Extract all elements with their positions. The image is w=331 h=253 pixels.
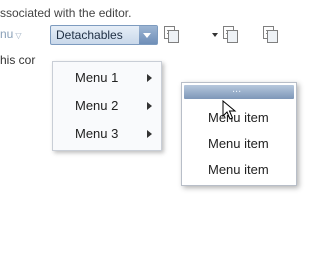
mouse-cursor-icon bbox=[222, 100, 237, 120]
handle-dots: ... bbox=[232, 83, 242, 95]
menu-item-label: Menu item bbox=[208, 162, 269, 177]
content-text: his cor bbox=[0, 53, 36, 67]
dropdown-caret-icon[interactable] bbox=[212, 33, 218, 37]
popup-menu-item[interactable]: Menu item bbox=[182, 133, 296, 155]
description-text: ssociated with the editor. bbox=[0, 6, 132, 20]
menu-item-menu-3[interactable]: Menu 3 bbox=[53, 122, 161, 146]
menu-item-menu-1[interactable]: Menu 1 bbox=[53, 66, 161, 90]
detachables-label: Detachables bbox=[56, 28, 123, 42]
menu-item-label: Menu 3 bbox=[75, 126, 119, 141]
chevron-right-icon bbox=[147, 130, 152, 138]
detached-menu-popup: ... Menu item Menu item Menu item bbox=[181, 82, 297, 186]
menu-item-menu-2[interactable]: Menu 2 bbox=[53, 94, 161, 118]
menu-partial-label: nu bbox=[0, 27, 14, 41]
popup-menu-item[interactable]: Menu item bbox=[182, 107, 296, 129]
menu-item-label: Menu 1 bbox=[75, 70, 119, 85]
chevron-down-icon: ▽ bbox=[15, 31, 22, 40]
copy-icon[interactable] bbox=[262, 25, 280, 43]
menu-partial[interactable]: nu ▽ bbox=[0, 27, 22, 41]
detachables-dropdown: Menu 1 Menu 2 Menu 3 bbox=[52, 61, 162, 151]
menu-item-label: Menu item bbox=[208, 110, 269, 125]
chevron-right-icon bbox=[147, 102, 152, 110]
detachables-menu-button[interactable]: Detachables bbox=[50, 25, 158, 45]
popup-menu-item[interactable]: Menu item bbox=[182, 159, 296, 181]
copy-icon[interactable] bbox=[163, 25, 181, 43]
menu-bar: nu ▽ Detachables bbox=[0, 25, 331, 47]
chevron-down-icon bbox=[143, 33, 151, 38]
detach-handle[interactable]: ... bbox=[184, 83, 294, 99]
copy-icon[interactable] bbox=[222, 25, 240, 43]
menu-item-label: Menu 2 bbox=[75, 98, 119, 113]
chevron-right-icon bbox=[147, 74, 152, 82]
menu-item-label: Menu item bbox=[208, 136, 269, 151]
